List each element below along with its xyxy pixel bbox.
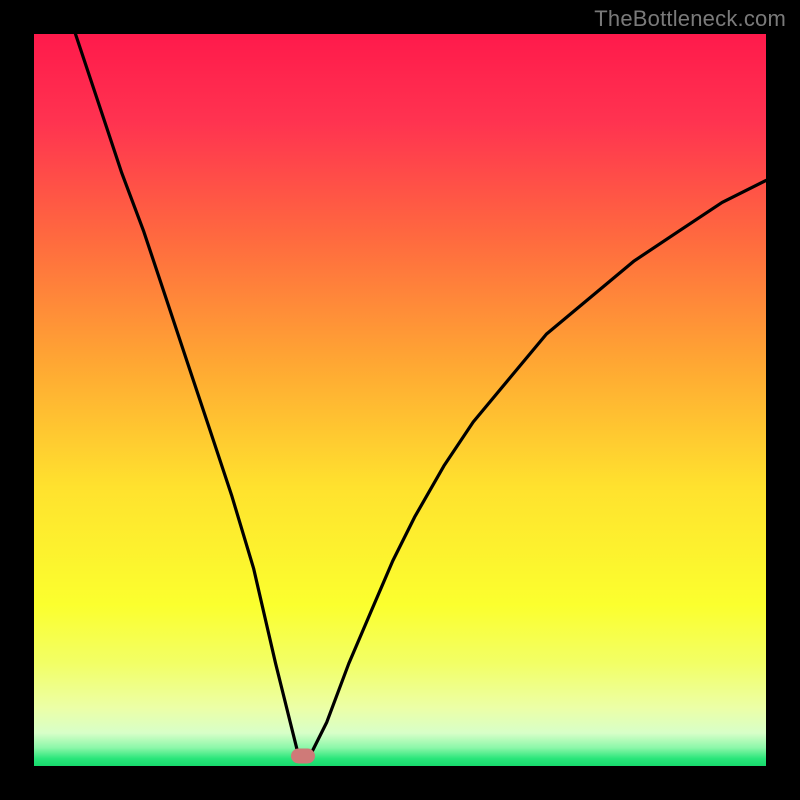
plot-area	[34, 34, 766, 766]
bottleneck-curve	[34, 34, 766, 766]
watermark-label: TheBottleneck.com	[594, 6, 786, 32]
chart-frame: TheBottleneck.com	[0, 0, 800, 800]
optimal-point-marker	[291, 749, 315, 764]
